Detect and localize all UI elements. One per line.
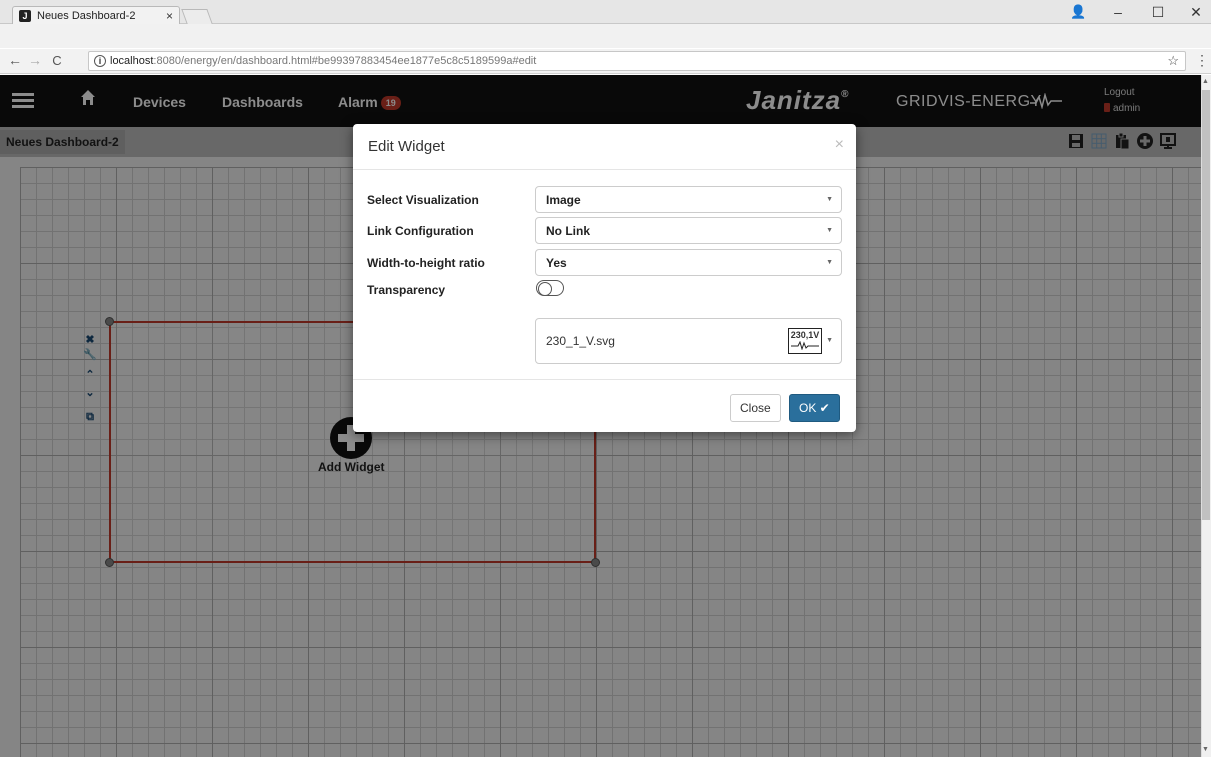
visualization-select[interactable]: Image ▼ [535, 186, 842, 213]
modal-header: Edit Widget × [353, 124, 856, 170]
forward-icon[interactable]: → [26, 52, 44, 68]
address-bar: ← → C i localhost:8080/energy/en/dashboa… [0, 49, 1211, 74]
minimize-button[interactable]: – [1106, 4, 1130, 20]
browser-menu-icon[interactable]: ⋮ [1195, 52, 1209, 69]
tab-close-icon[interactable]: × [166, 9, 173, 23]
visualization-value: Image [546, 193, 581, 207]
url-host: localhost [110, 55, 154, 67]
edit-widget-dialog: Edit Widget × Select Visualization Image… [353, 124, 856, 432]
url-input[interactable]: i localhost:8080/energy/en/dashboard.htm… [88, 51, 1186, 71]
caret-down-icon: ▼ [826, 259, 833, 266]
ratio-label: Width-to-height ratio [367, 256, 485, 270]
back-icon[interactable]: ← [6, 52, 24, 68]
image-file-value: 230_1_V.svg [546, 334, 615, 348]
link-config-label: Link Configuration [367, 224, 474, 238]
reload-icon[interactable]: C [48, 53, 66, 68]
bookmark-star-icon[interactable]: ☆ [1167, 53, 1179, 69]
modal-title: Edit Widget [368, 138, 445, 155]
thumbnail-text: 230,1V [790, 330, 820, 340]
transparency-label: Transparency [367, 283, 446, 297]
caret-down-icon: ▼ [826, 196, 833, 203]
modal-footer: Close OK ✔ [353, 380, 856, 432]
link-config-select[interactable]: No Link ▼ [535, 217, 842, 244]
scroll-down-icon[interactable]: ▼ [1202, 746, 1209, 753]
ratio-select[interactable]: Yes ▼ [535, 249, 842, 276]
new-tab-button[interactable] [181, 9, 213, 24]
maximize-button[interactable]: ☐ [1146, 4, 1170, 21]
transparency-toggle[interactable] [536, 280, 564, 296]
scrollbar-thumb[interactable] [1202, 90, 1210, 520]
janitza-favicon-icon: J [19, 9, 31, 22]
scroll-up-icon[interactable]: ▲ [1202, 78, 1209, 85]
image-file-select[interactable]: 230_1_V.svg 230,1V ▼ [535, 318, 842, 364]
profile-icon[interactable]: 👤 [1070, 4, 1086, 20]
caret-down-icon: ▼ [826, 227, 833, 234]
ok-button[interactable]: OK ✔ [789, 394, 840, 422]
info-icon[interactable]: i [94, 55, 106, 67]
tab-title: Neues Dashboard-2 [37, 9, 136, 22]
waveform-icon [791, 341, 819, 350]
window-close-button[interactable]: ✕ [1184, 4, 1208, 21]
modal-close-icon[interactable]: × [835, 136, 844, 154]
ratio-value: Yes [546, 256, 567, 270]
caret-down-icon: ▼ [826, 337, 833, 344]
link-config-value: No Link [546, 224, 590, 238]
visualization-label: Select Visualization [367, 193, 479, 207]
modal-body: Select Visualization Image ▼ Link Config… [353, 170, 856, 380]
browser-tab[interactable]: J Neues Dashboard-2 × [12, 6, 180, 24]
close-button[interactable]: Close [730, 394, 781, 422]
image-thumbnail: 230,1V [788, 328, 822, 354]
url-path: :8080/energy/en/dashboard.html#be9939788… [153, 55, 537, 67]
